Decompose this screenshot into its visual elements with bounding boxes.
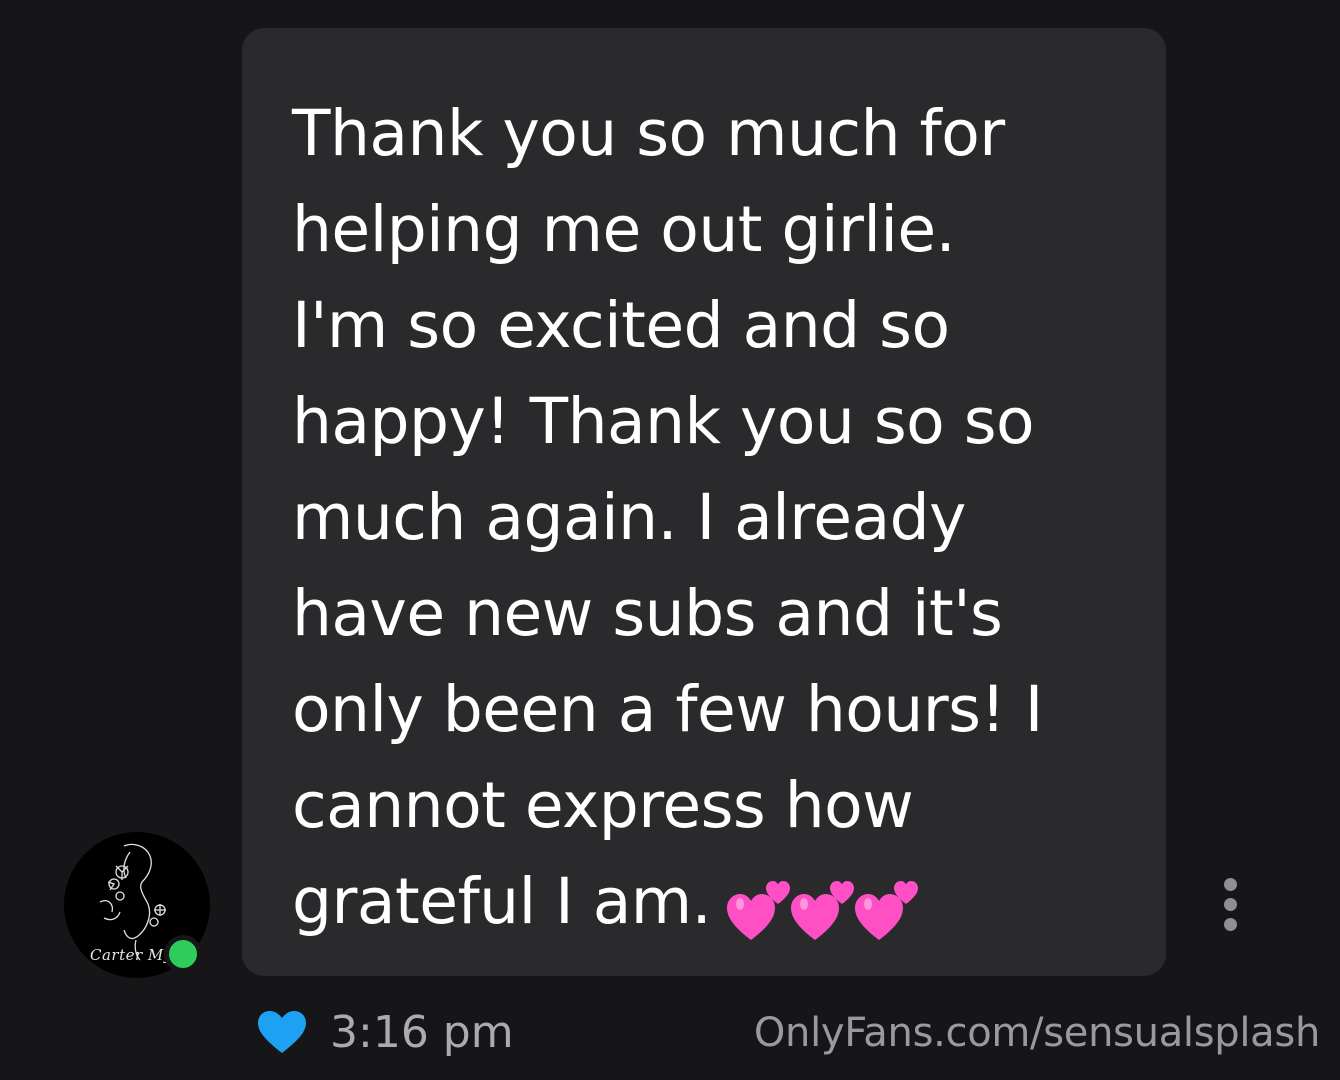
emoji-group <box>725 858 919 954</box>
more-dot <box>1224 898 1237 911</box>
more-dot <box>1224 918 1237 931</box>
message-line: have new subs and it's <box>292 577 1003 650</box>
more-dot <box>1224 878 1237 891</box>
message-line: much again. I already <box>292 481 966 554</box>
online-status-dot <box>164 935 202 973</box>
message-meta: 3:16 pm <box>256 1004 514 1060</box>
two-hearts-icon <box>791 880 855 940</box>
message-timestamp: 3:16 pm <box>330 1006 514 1058</box>
message-line: helping me out girlie. <box>292 193 956 266</box>
message-line: I'm so excited and so <box>292 289 950 362</box>
watermark: OnlyFans.com/sensualsplash <box>753 1010 1320 1056</box>
more-options-button[interactable] <box>1215 878 1247 932</box>
message-bubble[interactable]: Thank you so much for helping me out gir… <box>242 28 1166 976</box>
two-hearts-icon <box>727 880 791 940</box>
message-line: only been a few hours! I <box>292 673 1043 746</box>
message-line: cannot express how <box>292 769 914 842</box>
message-line: Thank you so much for <box>292 97 1005 170</box>
message-line-text: grateful I am. <box>292 865 712 938</box>
message-line: happy! Thank you so so <box>292 385 1035 458</box>
message-line-last: grateful I am. <box>292 854 1126 954</box>
two-hearts-icon <box>855 880 919 940</box>
heart-icon[interactable] <box>256 1009 308 1055</box>
message-text: Thank you so much for helping me out gir… <box>292 86 1126 954</box>
